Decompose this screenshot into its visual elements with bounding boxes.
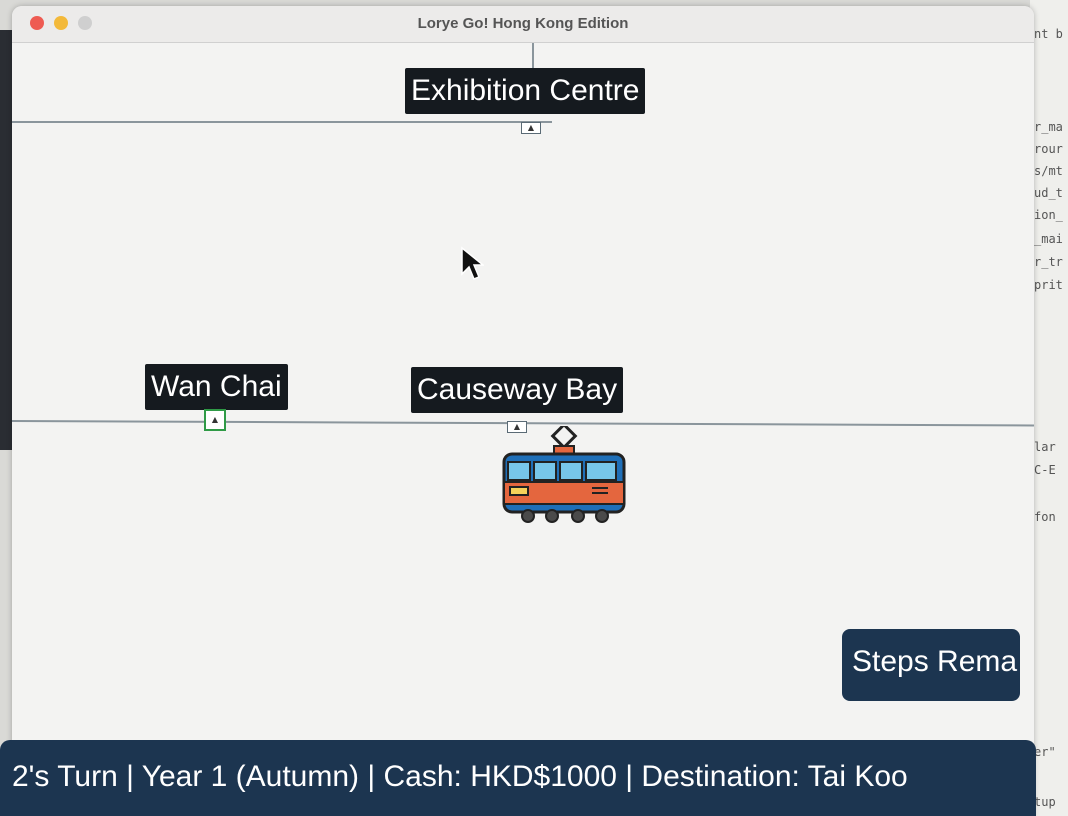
code-line: _mai — [1034, 232, 1063, 246]
code-line: s/mt — [1034, 164, 1063, 178]
mouse-cursor-icon — [461, 246, 484, 280]
code-line: er" — [1034, 745, 1056, 759]
window-title: Lorye Go! Hong Kong Edition — [417, 15, 629, 32]
code-line: tup — [1034, 795, 1056, 809]
tram-track-upper — [12, 121, 552, 123]
code-line: prit — [1034, 278, 1063, 292]
stop-marker-exhibition-centre[interactable]: ▲ — [521, 122, 541, 134]
code-line: fon — [1034, 510, 1056, 524]
status-bar: 2's Turn | Year 1 (Autumn) | Cash: HKD$1… — [0, 740, 1036, 816]
code-line: nt b — [1034, 27, 1063, 41]
station-label-wan-chai: Wan Chai — [145, 364, 288, 410]
steps-remaining-panel: Steps Rema — [842, 629, 1020, 701]
code-line: C-E — [1034, 463, 1056, 477]
game-window: Lorye Go! Hong Kong Edition Exhibition C… — [12, 6, 1034, 816]
station-label-causeway-bay: Causeway Bay — [411, 367, 624, 413]
code-line: ion_ — [1034, 208, 1063, 222]
status-text: 2's Turn | Year 1 (Autumn) | Cash: HKD$1… — [12, 760, 908, 793]
code-line: ud_t — [1034, 186, 1063, 200]
station-label-exhibition-centre: Exhibition Centre — [405, 68, 646, 114]
code-line: rour — [1034, 142, 1063, 156]
track-branch — [532, 43, 534, 69]
code-line: lar — [1034, 440, 1056, 454]
steps-remaining-label: Steps Rema — [852, 645, 1018, 678]
stop-marker-wan-chai[interactable]: ▲ — [204, 409, 226, 431]
title-bar[interactable]: Lorye Go! Hong Kong Edition — [12, 6, 1034, 43]
background-code-editor: nt b r_ma rour s/mt ud_t ion_ _mai r_tr … — [1030, 0, 1068, 816]
code-line: r_tr — [1034, 255, 1063, 269]
game-board[interactable]: Exhibition Centre ▲ Wan Chai ▲ Causeway … — [12, 43, 1034, 816]
tram-icon — [502, 426, 626, 523]
code-line: r_ma — [1034, 120, 1063, 134]
